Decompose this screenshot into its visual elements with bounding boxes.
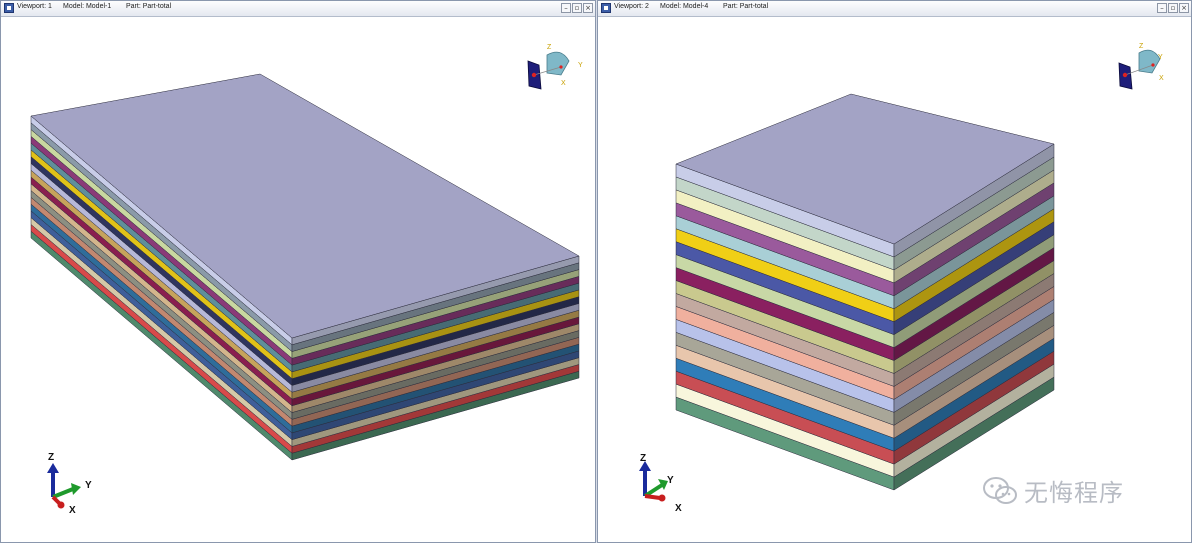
view-cube-x-label: X [561,80,566,87]
viewport-1-canvas[interactable]: Z Y X Z Y X [1,1,596,543]
model-4-block[interactable] [675,93,1055,491]
view-cube-z-label: Z [1139,43,1144,50]
wechat-icon [983,476,1017,504]
watermark-text: 无悔程序 [1024,479,1124,507]
viewport-1-window[interactable]: Viewport: 1 Model: Model-1 Part: Part-to… [0,0,596,543]
axis-y-label: Y [667,475,674,486]
view-cube-icon[interactable]: Z Y X [1118,43,1164,90]
view-cube-z-label: Z [547,44,552,51]
view-cube-x-label: X [1159,75,1164,82]
viewport-2-canvas[interactable]: Z Y X Z Y X [598,1,1192,543]
axis-z-label: Z [48,452,54,463]
view-cube-y-label: Y [1158,54,1163,61]
axis-x-label: X [675,503,682,514]
viewport-2-window[interactable]: Viewport: 2 Model: Model-4 Part: Part-to… [597,0,1192,543]
axis-y-label: Y [85,480,92,491]
axis-triad-icon: Z Y X [639,453,682,514]
axis-z-label: Z [640,453,646,464]
axis-x-label: X [69,505,76,516]
watermark: 无悔程序 [982,473,1124,508]
view-cube-icon[interactable]: Z Y X [527,44,583,90]
view-cube-y-label: Y [578,62,583,69]
axis-triad-icon: Z Y X [47,452,92,516]
model-1-slab[interactable] [30,73,580,461]
